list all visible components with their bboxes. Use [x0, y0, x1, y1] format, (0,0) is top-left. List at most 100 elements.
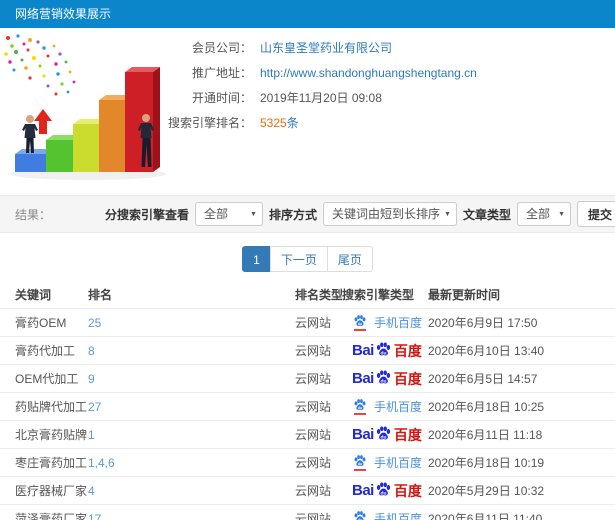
article-type-label: 文章类型: [462, 207, 511, 222]
engine-filter-select[interactable]: 全部 ▼: [194, 202, 263, 226]
chevron-down-icon: ▼: [250, 211, 257, 218]
baidu-logo-bai: Bai: [352, 482, 374, 499]
keyword-cell: 医疗器械厂家: [15, 484, 88, 498]
chevron-down-icon: ▼: [558, 211, 565, 218]
red-underline: [354, 469, 366, 471]
rank-type-cell: 云网站: [295, 400, 332, 414]
baidu-logo-cn: 百度: [393, 482, 422, 499]
company-link[interactable]: 山东皇圣堂药业有限公司: [260, 41, 392, 55]
filter-group: 分搜索引擎查看 全部 ▼ 排序方式 关键词由短到长排序 ▼ 文章类型 全部 ▼ …: [105, 201, 615, 227]
keyword-cell: 枣庄膏药加工: [15, 456, 88, 470]
mobile-baidu-label: 手机百度: [374, 316, 423, 330]
member-info-section: 会员公司： 山东皇圣堂药业有限公司 推广地址： http://www.shand…: [0, 28, 615, 195]
baidu-paw-icon: du: [352, 398, 368, 415]
keyword-cell: 菏泽膏药厂家: [15, 512, 88, 520]
keyword-column-header: 关键词: [0, 280, 88, 309]
rank-column-header: 排名: [88, 280, 295, 309]
mobile-baidu-label: 手机百度: [374, 400, 423, 414]
rank-type-cell: 云网站: [295, 484, 332, 498]
rank-unit: 条: [286, 116, 299, 130]
table-row: 药贴牌代加工 27 云网站 du 手机百度 2020年6月18日 10:25: [0, 392, 615, 421]
keyword-cell: 膏药代加工: [15, 344, 76, 358]
updated-cell: 2020年6月18日 10:25: [428, 400, 545, 414]
red-underline: [354, 413, 366, 415]
baidu-paw-icon: du: [376, 369, 390, 384]
rank-type-cell: 云网站: [295, 316, 332, 330]
updated-cell: 2020年6月18日 10:19: [428, 456, 545, 470]
updated-column-header: 最新更新时间: [428, 280, 615, 309]
table-header-row: 关键词 排名 排名类型 搜索引擎类型 最新更新时间: [0, 280, 615, 309]
baidu-paw-icon: du: [376, 481, 390, 496]
table-row: 菏泽膏药厂家 17 云网站 du 手机百度 2020年6月11日 11:40: [0, 504, 615, 520]
keyword-rank-table: 关键词 排名 排名类型 搜索引擎类型 最新更新时间 膏药OEM 25 云网站 d…: [0, 280, 615, 520]
rank-link[interactable]: 27: [88, 400, 101, 414]
promo-url-link[interactable]: http://www.shandonghuangshengtang.cn: [260, 66, 477, 80]
company-row: 会员公司： 山东皇圣堂药业有限公司: [158, 36, 615, 61]
baidu-logo[interactable]: Bai du 百度: [352, 341, 422, 361]
rank-link[interactable]: 25: [88, 316, 101, 330]
next-page-button[interactable]: 下一页: [269, 246, 328, 272]
submit-button[interactable]: 提交: [577, 201, 615, 227]
promo-url-row: 推广地址： http://www.shandonghuangshengtang.…: [158, 61, 615, 86]
rank-link[interactable]: 17: [88, 512, 101, 520]
updated-cell: 2020年6月9日 17:50: [428, 316, 538, 330]
engine-filter-value: 全部: [203, 207, 228, 221]
svg-text:du: du: [358, 322, 362, 326]
table-row: 北京膏药贴牌 1 云网站 du 手机百度 B: [0, 420, 615, 449]
svg-text:du: du: [380, 490, 386, 496]
baidu-logo[interactable]: Bai du 百度: [352, 425, 422, 445]
mobile-baidu-badge[interactable]: du 手机百度: [352, 454, 422, 471]
chevron-down-icon: ▼: [444, 211, 451, 218]
svg-text:du: du: [380, 378, 386, 384]
page-1-button[interactable]: 1: [242, 246, 271, 272]
baidu-paw-icon: du: [352, 314, 368, 331]
baidu-paw-icon: du: [352, 454, 368, 471]
rank-link[interactable]: 1: [88, 428, 95, 442]
sort-select-value: 关键词由短到长排序: [331, 207, 440, 221]
keyword-cell: 北京膏药贴牌: [15, 428, 88, 442]
rank-link[interactable]: 1,4,6: [88, 456, 115, 470]
table-row: 膏药代加工 8 云网站 du 手机百度 Ba: [0, 336, 615, 365]
promo-url-label: 推广地址：: [191, 66, 252, 80]
updated-cell: 2020年6月11日 11:40: [428, 512, 543, 520]
table-body: 膏药OEM 25 云网站 du 手机百度 B: [0, 308, 615, 520]
result-label: 结果：: [15, 207, 52, 222]
svg-text:du: du: [380, 350, 386, 356]
rank-type-cell: 云网站: [295, 428, 332, 442]
company-label: 会员公司：: [191, 41, 252, 55]
mobile-baidu-badge[interactable]: du 手机百度: [352, 510, 422, 520]
engine-rank-row: 搜索引擎排名： 5325条: [158, 111, 615, 136]
pagination: 1 下一页 尾页: [0, 246, 615, 272]
baidu-logo[interactable]: Bai du 百度: [352, 369, 422, 389]
rank-link[interactable]: 4: [88, 484, 95, 498]
rank-link[interactable]: 9: [88, 372, 95, 386]
engine-rank-label: 搜索引擎排名：: [167, 116, 252, 130]
sort-filter-label: 排序方式: [268, 207, 317, 222]
filter-bar: 结果： 分搜索引擎查看 全部 ▼ 排序方式 关键词由短到长排序 ▼ 文章类型 全…: [0, 195, 615, 233]
baidu-logo-bai: Bai: [352, 370, 374, 387]
last-page-button[interactable]: 尾页: [326, 246, 373, 272]
updated-cell: 2020年6月5日 14:57: [428, 372, 538, 386]
baidu-logo-cn: 百度: [393, 370, 422, 387]
updated-cell: 2020年6月10日 13:40: [428, 344, 545, 358]
baidu-logo[interactable]: Bai du 百度: [352, 481, 422, 501]
mobile-baidu-label: 手机百度: [374, 456, 423, 470]
baidu-logo-cn: 百度: [393, 342, 422, 359]
engine-type-column-header: 搜索引擎类型: [342, 280, 428, 309]
article-type-select[interactable]: 全部 ▼: [517, 202, 571, 226]
svg-text:du: du: [380, 434, 386, 440]
mobile-baidu-badge[interactable]: du 手机百度: [352, 398, 422, 415]
baidu-logo-bai: Bai: [352, 426, 374, 443]
sort-select[interactable]: 关键词由短到长排序 ▼: [322, 202, 457, 226]
keyword-cell: OEM代加工: [15, 372, 79, 386]
article-type-value: 全部: [526, 207, 551, 221]
rank-type-column-header: 排名类型: [295, 280, 342, 309]
mobile-baidu-badge[interactable]: du 手机百度: [352, 314, 422, 331]
rank-type-cell: 云网站: [295, 512, 332, 520]
rank-link[interactable]: 8: [88, 344, 95, 358]
open-time-value: 2019年11月20日 09:08: [260, 91, 382, 105]
member-info-list: 会员公司： 山东皇圣堂药业有限公司 推广地址： http://www.shand…: [158, 36, 615, 136]
rank-type-cell: 云网站: [295, 372, 332, 386]
keyword-cell: 药贴牌代加工: [15, 400, 88, 414]
updated-cell: 2020年5月29日 10:32: [428, 484, 545, 498]
